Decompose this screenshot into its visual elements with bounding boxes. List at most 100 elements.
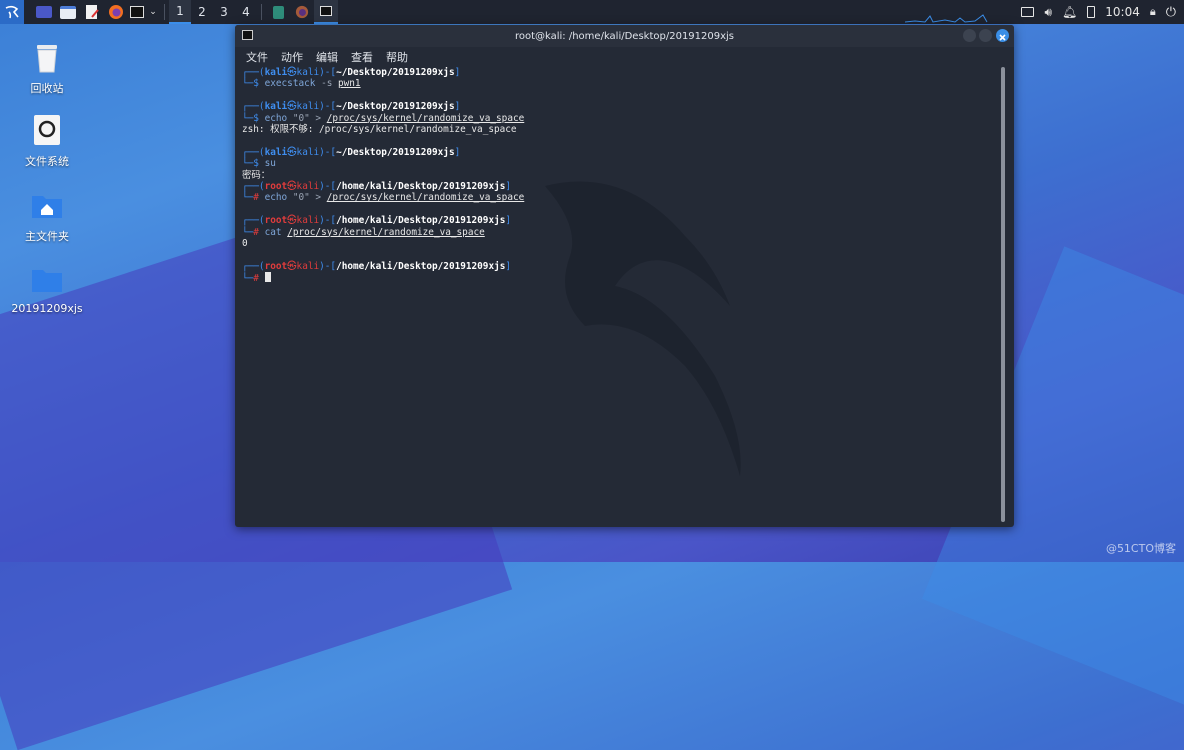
- prompt-path: /home/kali/Desktop/20191209xjs: [336, 260, 506, 272]
- command-line: └─$ execstack -s pwn1: [242, 78, 524, 89]
- clock[interactable]: 10:04: [1105, 5, 1140, 19]
- desktop-icon[interactable]: [32, 0, 56, 24]
- window-title: root@kali: /home/kali/Desktop/20191209xj…: [514, 30, 735, 42]
- command-args: "0" >: [287, 112, 327, 124]
- text-editor-icon[interactable]: [80, 0, 104, 24]
- prompt-host: kali: [296, 260, 320, 272]
- terminal-output[interactable]: ┌──(kali㉿kali)-[~/Desktop/20191209xjs] └─…: [235, 66, 1014, 527]
- prompt-box: ]: [454, 67, 461, 78]
- prompt-box: ]: [505, 260, 512, 272]
- command-target: /proc/sys/kernel/randomize_va_space: [326, 192, 525, 204]
- prompt-host: kali: [296, 146, 320, 158]
- prompt-box: ]: [505, 215, 512, 227]
- prompt-path: ~/Desktop/20191209xjs: [336, 146, 455, 158]
- command-name: su: [264, 158, 276, 170]
- panel-separator: [261, 4, 262, 20]
- prompt-host: kali: [296, 215, 320, 227]
- prompt-box: ┌──(: [242, 146, 265, 158]
- desktop-item-filesystem[interactable]: 文件系统: [2, 113, 92, 169]
- watermark: @51CTO博客: [1105, 542, 1176, 555]
- prompt-box: ┌──(: [242, 215, 265, 227]
- task-terminal-icon[interactable]: [314, 0, 338, 24]
- prompt-box: └─: [242, 78, 254, 90]
- prompt-box: ]: [454, 146, 461, 158]
- prompt-line: ┌──(root㉿kali)-[/home/kali/Desktop/20191…: [242, 261, 524, 272]
- notification-bell-icon[interactable]: 🔔︎: [1062, 5, 1077, 19]
- kali-dragon-watermark: [545, 181, 741, 477]
- workspace-2[interactable]: 2: [191, 0, 213, 24]
- desktop-item-home[interactable]: 主文件夹: [2, 188, 92, 244]
- prompt-symbol: #: [253, 192, 259, 204]
- prompt-symbol: #: [253, 273, 259, 285]
- terminal-window[interactable]: root@kali: /home/kali/Desktop/20191209xj…: [235, 25, 1014, 527]
- prompt-box: └─: [242, 192, 254, 204]
- prompt-line: ┌──(kali㉿kali)-[~/Desktop/20191209xjs]: [242, 101, 524, 112]
- terminal-cursor: [264, 272, 271, 283]
- menu-edit[interactable]: 编辑: [316, 49, 338, 65]
- desktop-item-label: 回收站: [30, 82, 64, 95]
- prompt-box: └─: [242, 158, 254, 170]
- menu-bar: 文件 动作 编辑 查看 帮助: [235, 47, 1014, 66]
- task-firefox-icon[interactable]: [290, 0, 314, 24]
- prompt-box: └─: [242, 273, 254, 285]
- close-button[interactable]: [996, 29, 1009, 42]
- workspace-4[interactable]: 4: [235, 0, 257, 24]
- prompt-host: kali: [296, 67, 320, 78]
- panel-separator: [164, 4, 165, 20]
- window-titlebar[interactable]: root@kali: /home/kali/Desktop/20191209xj…: [235, 25, 1014, 47]
- menu-actions[interactable]: 动作: [281, 49, 303, 65]
- prompt-box: ]: [505, 181, 512, 193]
- command-line: └─$ su: [242, 158, 524, 169]
- scrollbar[interactable]: [1001, 67, 1005, 522]
- prompt-box: └─: [242, 226, 254, 238]
- prompt-at: ㉿: [287, 67, 297, 78]
- kali-menu-icon[interactable]: [0, 0, 24, 24]
- terminal-text: ┌──(kali㉿kali)-[~/Desktop/20191209xjs] └─…: [242, 67, 524, 285]
- prompt-path: /home/kali/Desktop/20191209xjs: [336, 215, 506, 227]
- command-name: execstack: [264, 78, 316, 90]
- command-output: 密码：: [242, 169, 271, 181]
- prompt-host: kali: [296, 101, 320, 113]
- desktop-item-trash[interactable]: 回收站: [2, 40, 92, 96]
- minimize-button[interactable]: [963, 29, 976, 42]
- prompt-box: )-[: [319, 101, 337, 113]
- trash-icon: [30, 40, 64, 74]
- workspace-1[interactable]: 1: [169, 0, 191, 24]
- cpu-graph-icon: [905, 14, 988, 23]
- prompt-symbol: $: [253, 158, 259, 170]
- menu-help[interactable]: 帮助: [386, 49, 408, 65]
- menu-file[interactable]: 文件: [246, 49, 268, 65]
- prompt-box: ]: [454, 101, 461, 113]
- prompt-path: ~/Desktop/20191209xjs: [336, 67, 455, 78]
- command-name: cat: [264, 226, 282, 238]
- prompt-box: )-[: [319, 260, 337, 272]
- firefox-icon[interactable]: [104, 0, 128, 24]
- battery-icon[interactable]: [1087, 6, 1096, 18]
- display-icon[interactable]: [1021, 7, 1035, 17]
- task-window-icon[interactable]: [266, 0, 290, 24]
- prompt-at: ㉿: [287, 181, 297, 193]
- prompt-at: ㉿: [287, 101, 297, 113]
- prompt-box: ┌──(: [242, 67, 265, 78]
- file-manager-icon[interactable]: [56, 0, 80, 24]
- menu-view[interactable]: 查看: [351, 49, 373, 65]
- prompt-box: ┌──(: [242, 181, 265, 193]
- prompt-path: /home/kali/Desktop/20191209xjs: [336, 181, 506, 193]
- prompt-host: kali: [296, 181, 320, 193]
- command-name: echo: [264, 112, 288, 124]
- terminal-icon[interactable]: [128, 0, 146, 24]
- power-icon[interactable]: ⏻: [1166, 5, 1176, 20]
- command-line: └─# echo "0" > /proc/sys/kernel/randomiz…: [242, 192, 524, 203]
- maximize-button[interactable]: [979, 29, 992, 42]
- command-line: └─#: [242, 272, 524, 284]
- lock-icon[interactable]: 🔒︎: [1150, 5, 1156, 19]
- desktop-item-folder[interactable]: 20191209xjs: [2, 262, 92, 315]
- desktop-item-label: 主文件夹: [25, 230, 69, 243]
- close-icon: [999, 34, 1006, 41]
- chevron-down-icon[interactable]: ⌄: [146, 0, 160, 24]
- volume-icon[interactable]: 🔊︎: [1044, 5, 1052, 20]
- workspace-3[interactable]: 3: [213, 0, 235, 24]
- prompt-box: └─: [242, 112, 254, 124]
